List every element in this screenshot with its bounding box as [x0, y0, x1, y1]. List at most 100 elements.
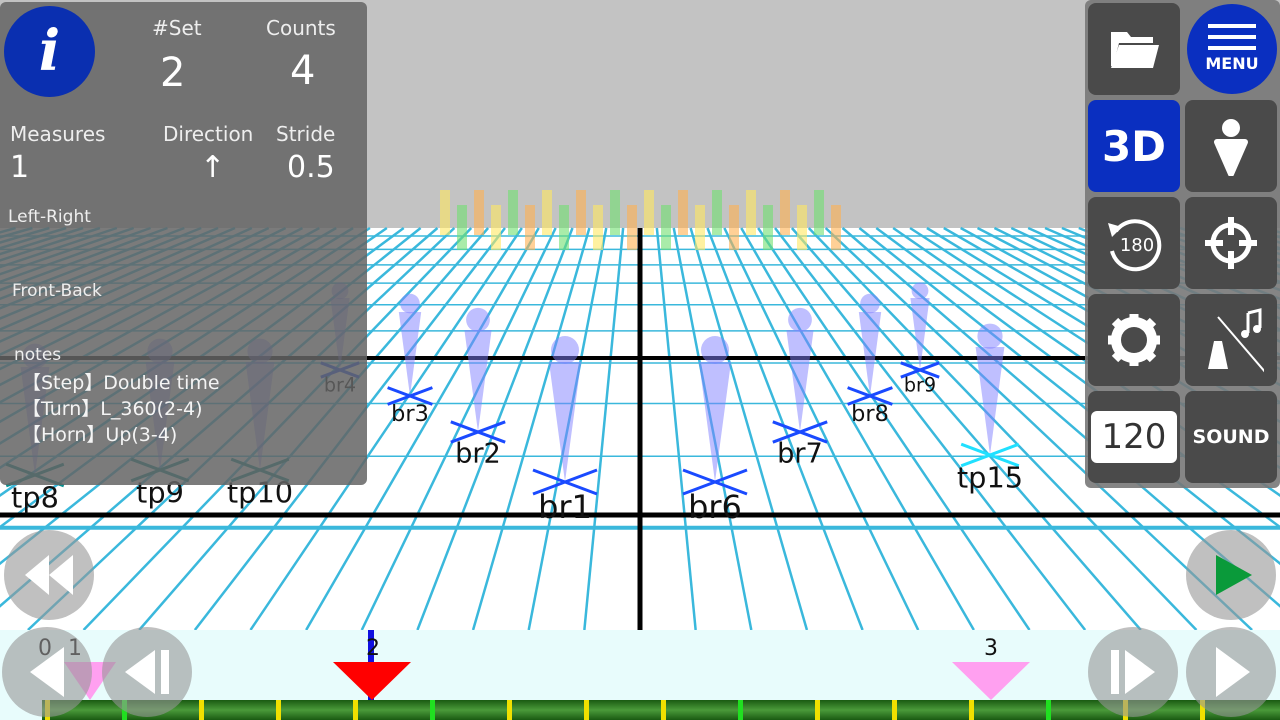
performer-label: tp15	[957, 460, 1023, 494]
count-tick	[507, 700, 512, 720]
measures-label: Measures	[10, 122, 106, 146]
sound-button[interactable]: SOUND	[1185, 391, 1277, 483]
distant-performer	[712, 190, 722, 235]
distant-performer	[678, 190, 688, 235]
direction-label: Direction	[163, 122, 254, 146]
step-back-icon	[125, 650, 169, 694]
note-step: 【Step】Double time	[22, 372, 220, 394]
play-forward-button[interactable]	[1186, 530, 1276, 620]
distant-performer	[525, 205, 535, 250]
distant-performer	[780, 190, 790, 235]
distant-performer	[559, 205, 569, 250]
count-tick	[353, 700, 358, 720]
menu-button[interactable]: MENU	[1187, 4, 1277, 94]
folder-open-icon	[1111, 32, 1159, 68]
hamburger-icon	[1208, 24, 1256, 50]
set-label: #Set	[152, 16, 202, 40]
performer-label: br3	[391, 401, 429, 427]
count-tick	[969, 700, 974, 720]
performer-head	[977, 323, 1003, 349]
note-horn: 【Horn】Up(3-4)	[22, 424, 178, 446]
performer-head	[466, 307, 490, 332]
distant-performer	[491, 205, 501, 250]
performer-label: br6	[688, 488, 742, 526]
note-turn: 【Turn】L_360(2-4)	[22, 398, 203, 420]
distant-performer	[695, 205, 705, 250]
view-3d-button[interactable]: 3D	[1088, 100, 1180, 192]
stride-label: Stride	[276, 122, 336, 146]
distant-performer	[440, 190, 450, 235]
step-back-button[interactable]	[102, 627, 192, 717]
performer-head	[400, 293, 420, 314]
performer-head	[701, 336, 729, 364]
distant-performer	[644, 190, 654, 235]
distant-performer	[593, 205, 603, 250]
performer-head	[860, 293, 880, 314]
performer-label: br7	[777, 439, 823, 470]
rewind-icon	[25, 555, 73, 595]
measures-value: 1	[10, 150, 30, 185]
timeline-count-bar[interactable]	[42, 700, 1280, 720]
settings-button[interactable]	[1088, 294, 1180, 386]
performer-head	[911, 282, 929, 300]
crosshair-icon	[1205, 217, 1257, 269]
count-tick	[276, 700, 281, 720]
count-tick	[430, 700, 435, 720]
svg-text:180: 180	[1120, 235, 1154, 256]
play-button[interactable]	[1186, 627, 1276, 717]
counts-label: Counts	[266, 16, 336, 40]
person-view-button[interactable]	[1185, 100, 1277, 192]
distant-performer	[576, 190, 586, 235]
count-tick	[199, 700, 204, 720]
distant-performer	[474, 190, 484, 235]
count-tick	[1046, 700, 1051, 720]
open-file-button[interactable]	[1088, 3, 1180, 95]
distant-performer	[508, 190, 518, 235]
counts-value: 4	[290, 48, 316, 94]
performer-head	[551, 336, 579, 364]
direction-value: ↑	[200, 150, 226, 185]
distant-performer	[542, 190, 552, 235]
set-value: 2	[160, 50, 186, 96]
toolbar-panel: MENU 3D 180 120 SOUND	[1085, 0, 1280, 488]
tempo-value: 120	[1091, 411, 1177, 463]
step-forward-button[interactable]	[1088, 627, 1178, 717]
left-right-label: Left-Right	[8, 207, 91, 227]
performer-label: br2	[455, 439, 501, 470]
prev-set-button[interactable]	[2, 627, 92, 717]
distant-performer	[746, 190, 756, 235]
current-set-marker[interactable]	[333, 662, 411, 700]
stride-value: 0.5	[287, 150, 335, 185]
info-icon[interactable]: i	[4, 6, 95, 97]
tempo-button[interactable]: 120	[1088, 391, 1180, 483]
info-panel: i #Set 2 Counts 4 Measures 1 Direction ↑…	[0, 2, 367, 485]
notes-label: notes	[14, 345, 62, 365]
performer-label: br8	[851, 401, 889, 427]
center-target-button[interactable]	[1185, 197, 1277, 289]
set-marker-3[interactable]	[952, 662, 1030, 700]
metronome-off-icon	[1208, 308, 1264, 373]
performer-label: tp8	[11, 480, 59, 514]
gear-icon	[1108, 314, 1160, 366]
rotate-180-button[interactable]: 180	[1088, 197, 1180, 289]
count-tick	[584, 700, 589, 720]
distant-performer	[457, 205, 467, 250]
play-green-icon	[1216, 555, 1252, 595]
count-tick	[892, 700, 897, 720]
menu-label: MENU	[1205, 54, 1259, 73]
count-tick	[815, 700, 820, 720]
play-icon	[1216, 647, 1250, 697]
metronome-toggle-button[interactable]	[1185, 294, 1277, 386]
distant-performer	[763, 205, 773, 250]
performer-head	[788, 307, 812, 332]
rewind-button[interactable]	[4, 530, 94, 620]
count-tick	[661, 700, 666, 720]
step-forward-icon	[1111, 650, 1155, 694]
distant-performer	[797, 205, 807, 250]
front-back-label: Front-Back	[12, 281, 102, 301]
distant-performer	[610, 190, 620, 235]
distant-performer	[814, 190, 824, 235]
count-tick	[738, 700, 743, 720]
distant-performer	[661, 205, 671, 250]
person-view-icon	[1214, 119, 1248, 176]
